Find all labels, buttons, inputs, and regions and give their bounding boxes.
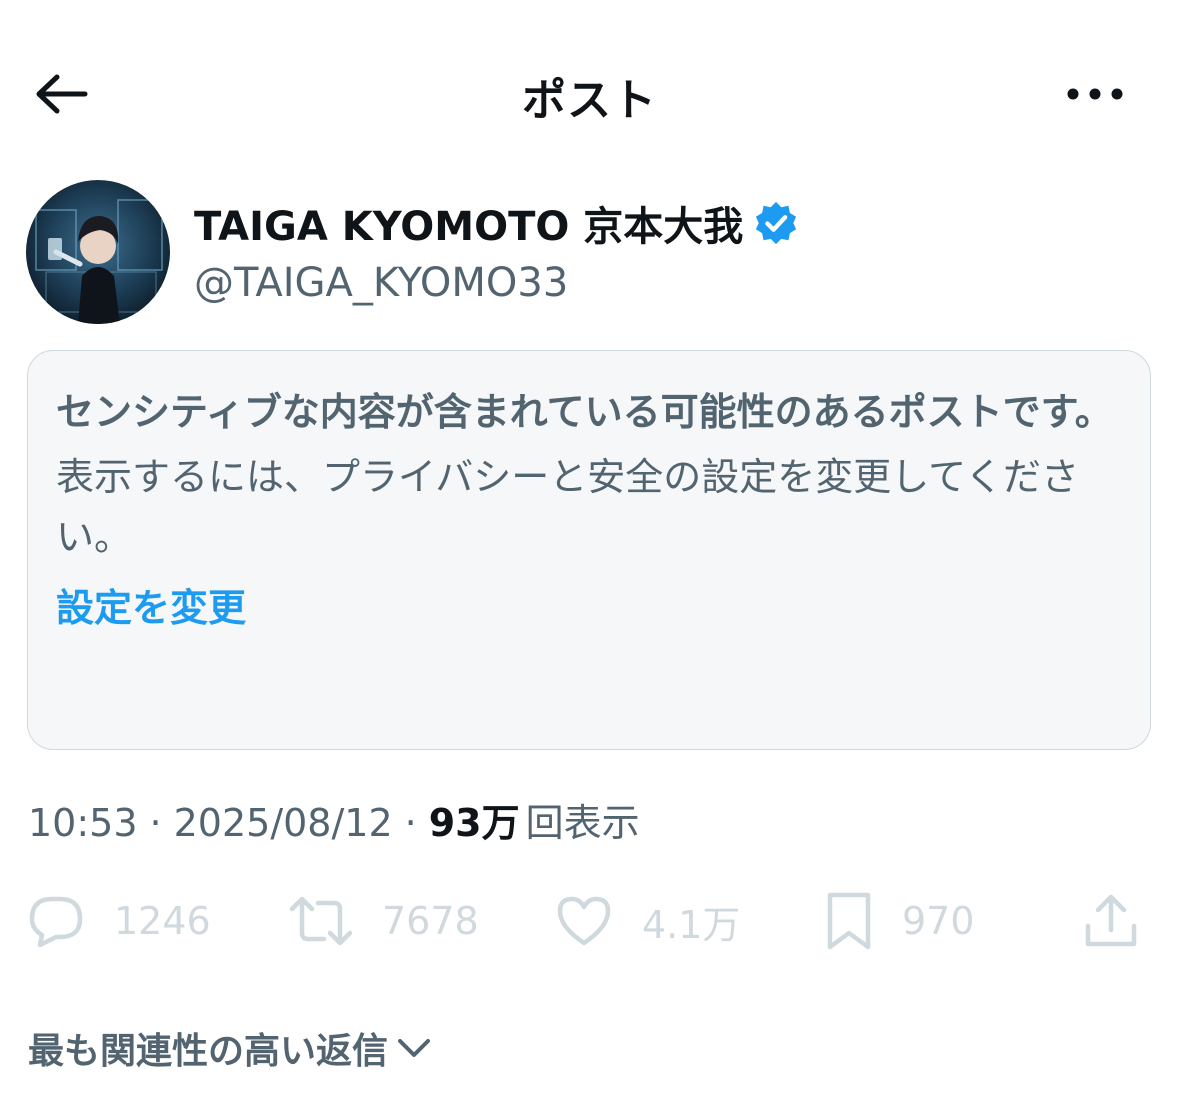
views-count: 93万 <box>428 801 520 845</box>
action-bar: 1246 7678 4.1万 970 <box>26 885 1156 957</box>
verified-badge-icon <box>756 201 797 245</box>
display-name-row[interactable]: TAIGA KYOMOTO 京本大我 <box>194 194 799 252</box>
reply-count: 1246 <box>114 899 211 943</box>
views-label: 回表示 <box>525 801 640 845</box>
share-button[interactable] <box>1082 885 1140 957</box>
like-count: 4.1万 <box>642 902 741 947</box>
bookmark-icon <box>827 892 871 950</box>
repost-button[interactable]: 7678 <box>288 885 479 957</box>
heart-icon <box>557 896 611 946</box>
bookmark-button[interactable]: 970 <box>824 885 975 957</box>
replies-sort-dropdown[interactable]: 最も関連性の高い返信 <box>28 1022 434 1074</box>
reply-icon <box>29 896 83 948</box>
notice-body: 表示するには、プライバシーと安全の設定を変更してください。 <box>56 455 1079 559</box>
avatar[interactable] <box>26 180 170 324</box>
change-settings-link[interactable]: 設定を変更 <box>56 579 246 637</box>
repost-icon <box>289 896 353 946</box>
separator-dot: · <box>404 801 417 845</box>
bookmark-count: 970 <box>902 899 975 943</box>
share-icon <box>1085 894 1137 947</box>
reply-button[interactable]: 1246 <box>26 885 211 957</box>
more-horizontal-icon <box>1067 88 1123 100</box>
top-bar: ポスト <box>0 0 1179 190</box>
replies-sort-label: 最も関連性の高い返信 <box>28 1031 389 1072</box>
post-date[interactable]: 2025/08/12 <box>174 801 393 845</box>
chevron-down-icon <box>398 1039 431 1057</box>
display-name: TAIGA KYOMOTO 京本大我 <box>194 204 744 250</box>
user-handle[interactable]: @TAIGA_KYOMO33 <box>194 260 568 306</box>
post-author: TAIGA KYOMOTO 京本大我 @TAIGA_KYOMO33 <box>26 180 1156 330</box>
more-options-button[interactable] <box>1060 76 1130 112</box>
sensitive-content-notice: センシティブな内容が含まれている可能性のあるポストです。 表示するには、プライバ… <box>27 350 1151 750</box>
notice-title: センシティブな内容が含まれている可能性のあるポストです。 <box>56 390 1113 434</box>
post-time[interactable]: 10:53 <box>28 801 138 845</box>
separator-dot: · <box>149 801 162 845</box>
page-title: ポスト <box>522 75 657 126</box>
like-button[interactable]: 4.1万 <box>554 885 740 957</box>
avatar-image <box>26 180 170 324</box>
repost-count: 7678 <box>382 899 479 943</box>
post-meta: 10:53 · 2025/08/12 · 93万 回表示 <box>28 792 640 847</box>
